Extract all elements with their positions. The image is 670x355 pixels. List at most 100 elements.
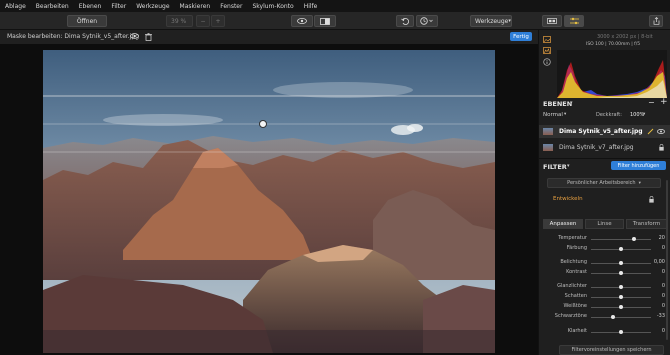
histogram (557, 50, 667, 98)
panel-scrollbar[interactable] (666, 180, 668, 340)
eye-icon[interactable] (130, 33, 139, 39)
trash-icon[interactable] (145, 33, 152, 41)
menu-hilfe[interactable]: Hilfe (304, 3, 318, 10)
develop-filter-header[interactable]: Entwickeln (539, 192, 670, 206)
menu-filter[interactable]: Filter (111, 3, 126, 10)
preview-eye-button[interactable] (291, 15, 313, 27)
slider-value: 0,00 (653, 259, 665, 265)
slider-value: 0 (661, 293, 665, 299)
chevron-down-icon[interactable]: ▾ (570, 100, 573, 106)
layer-item[interactable]: Dima Sytnik_v7_after.jpg (539, 141, 670, 154)
menu-bar: Ablage Bearbeiten Ebenen Filter Werkzeug… (0, 0, 670, 12)
slider-row: Kontrast 0 (539, 269, 670, 277)
slider-knob[interactable] (619, 260, 623, 265)
plus-icon[interactable]: + (660, 97, 668, 107)
histogram-icon[interactable] (543, 47, 551, 54)
menu-ablage[interactable]: Ablage (5, 3, 26, 10)
chevron-down-icon: ▾ (638, 180, 641, 186)
slider-knob[interactable] (632, 236, 637, 241)
slider-row: Temperatur 20 (539, 235, 670, 243)
slider-knob[interactable] (619, 246, 623, 251)
history-button[interactable] (416, 15, 438, 27)
minus-icon[interactable]: − (648, 98, 655, 107)
slider-value: 0 (661, 328, 665, 334)
done-button[interactable]: Fertig (510, 32, 532, 41)
lock-icon (649, 196, 654, 203)
tab-transform[interactable]: Transform (626, 219, 667, 229)
add-filter-label: Filter hinzufügen (617, 162, 660, 169)
slider-value: 0 (661, 269, 665, 275)
blend-mode-value: Normal (543, 112, 563, 118)
save-presets-button[interactable]: Filtervoreinstellungen speichern (559, 345, 664, 355)
layer-name: Dima Sytnik_v5_after.jpg (559, 128, 643, 135)
undo-button[interactable] (396, 15, 414, 27)
mask-edit-bar: Maske bearbeiten: Dima Sytnik_v5_after.j… (0, 30, 538, 44)
layers-header: EBENEN (543, 100, 573, 108)
brush-icon[interactable] (647, 128, 654, 135)
slider-label: Schatten (564, 293, 587, 299)
layer-thumbnail (543, 128, 553, 135)
tools-dropdown[interactable]: Werkzeuge ▾ (470, 15, 512, 27)
slider-track[interactable] (591, 238, 651, 240)
slider-label: Belichtung (560, 259, 587, 265)
eye-icon[interactable] (657, 129, 665, 134)
workspace-dropdown[interactable]: Persönlicher Arbeitsbereich ▾ (547, 178, 661, 188)
mask-center-handle[interactable] (259, 120, 267, 128)
menu-skylum-konto[interactable]: Skylum-Konto (252, 3, 293, 10)
slider-row: Färbung 0 (539, 245, 670, 253)
slider-label: Weißtöne (563, 303, 587, 309)
open-button[interactable]: Öffnen (67, 15, 107, 27)
opacity-label: Deckkraft: (596, 112, 622, 118)
slider-knob[interactable] (619, 304, 623, 309)
slider-knob[interactable] (611, 314, 616, 319)
slider-row: Weißtöne 0 (539, 303, 670, 311)
tab-anpassen[interactable]: Anpassen (543, 219, 583, 229)
zoom-in-button[interactable]: + (211, 15, 225, 27)
lock-icon (659, 144, 664, 151)
mask-edit-title: Maske bearbeiten: Dima Sytnik_v5_after.j… (7, 33, 139, 40)
slider-label: Temperatur (558, 235, 587, 241)
share-icon (653, 17, 659, 25)
canyon-photo (43, 50, 495, 353)
tab-linse[interactable]: Linse (585, 219, 624, 229)
photo-canvas[interactable] (43, 50, 495, 353)
share-button[interactable] (649, 15, 663, 27)
slider-knob[interactable] (619, 329, 623, 334)
undo-icon (400, 17, 409, 25)
zoom-dropdown[interactable]: 39 % (166, 15, 193, 27)
save-presets-label: Filtervoreinstellungen speichern (571, 347, 652, 353)
slider-value: -33 (656, 313, 665, 319)
slider-knob[interactable] (619, 284, 623, 289)
chevron-down-icon[interactable]: ▾ (567, 163, 570, 169)
slider-row: Schatten 0 (539, 293, 670, 301)
layer-thumbnail (543, 144, 553, 151)
menu-maskieren[interactable]: Maskieren (180, 3, 211, 10)
info-icon[interactable] (543, 58, 551, 66)
filters-header: FILTER (543, 163, 567, 171)
menu-werkzeuge[interactable]: Werkzeuge (136, 3, 169, 10)
slider-track[interactable] (591, 316, 651, 318)
zoom-out-button[interactable]: − (196, 15, 210, 27)
slider-label: Glanzlichter (557, 283, 587, 289)
slider-knob[interactable] (619, 294, 623, 299)
tools-label: Werkzeuge (475, 17, 509, 25)
slider-value: 0 (661, 303, 665, 309)
menu-ebenen[interactable]: Ebenen (79, 3, 102, 10)
compare-button[interactable] (314, 15, 336, 27)
slider-row: Klarheit 0 (539, 328, 670, 336)
image-icon[interactable] (543, 36, 551, 43)
add-filter-button[interactable]: Filter hinzufügen (611, 161, 666, 170)
adjustments-button[interactable] (564, 15, 584, 27)
toolbar: Öffnen 39 % − + Werkzeuge ▾ (0, 12, 670, 30)
layout-toggle-button[interactable] (542, 15, 562, 27)
workspace-label: Persönlicher Arbeitsbereich (567, 180, 636, 186)
slider-row: Schwarztöne -33 (539, 313, 670, 321)
slider-knob[interactable] (619, 270, 623, 275)
slider-value: 0 (661, 283, 665, 289)
slider-label: Klarheit (567, 328, 587, 334)
develop-label: Entwickeln (553, 196, 583, 202)
menu-fenster[interactable]: Fenster (220, 3, 242, 10)
film-strip-icon (547, 18, 557, 24)
layer-item-active[interactable]: Dima Sytnik_v5_after.jpg (539, 125, 670, 138)
menu-bearbeiten[interactable]: Bearbeiten (36, 3, 69, 10)
